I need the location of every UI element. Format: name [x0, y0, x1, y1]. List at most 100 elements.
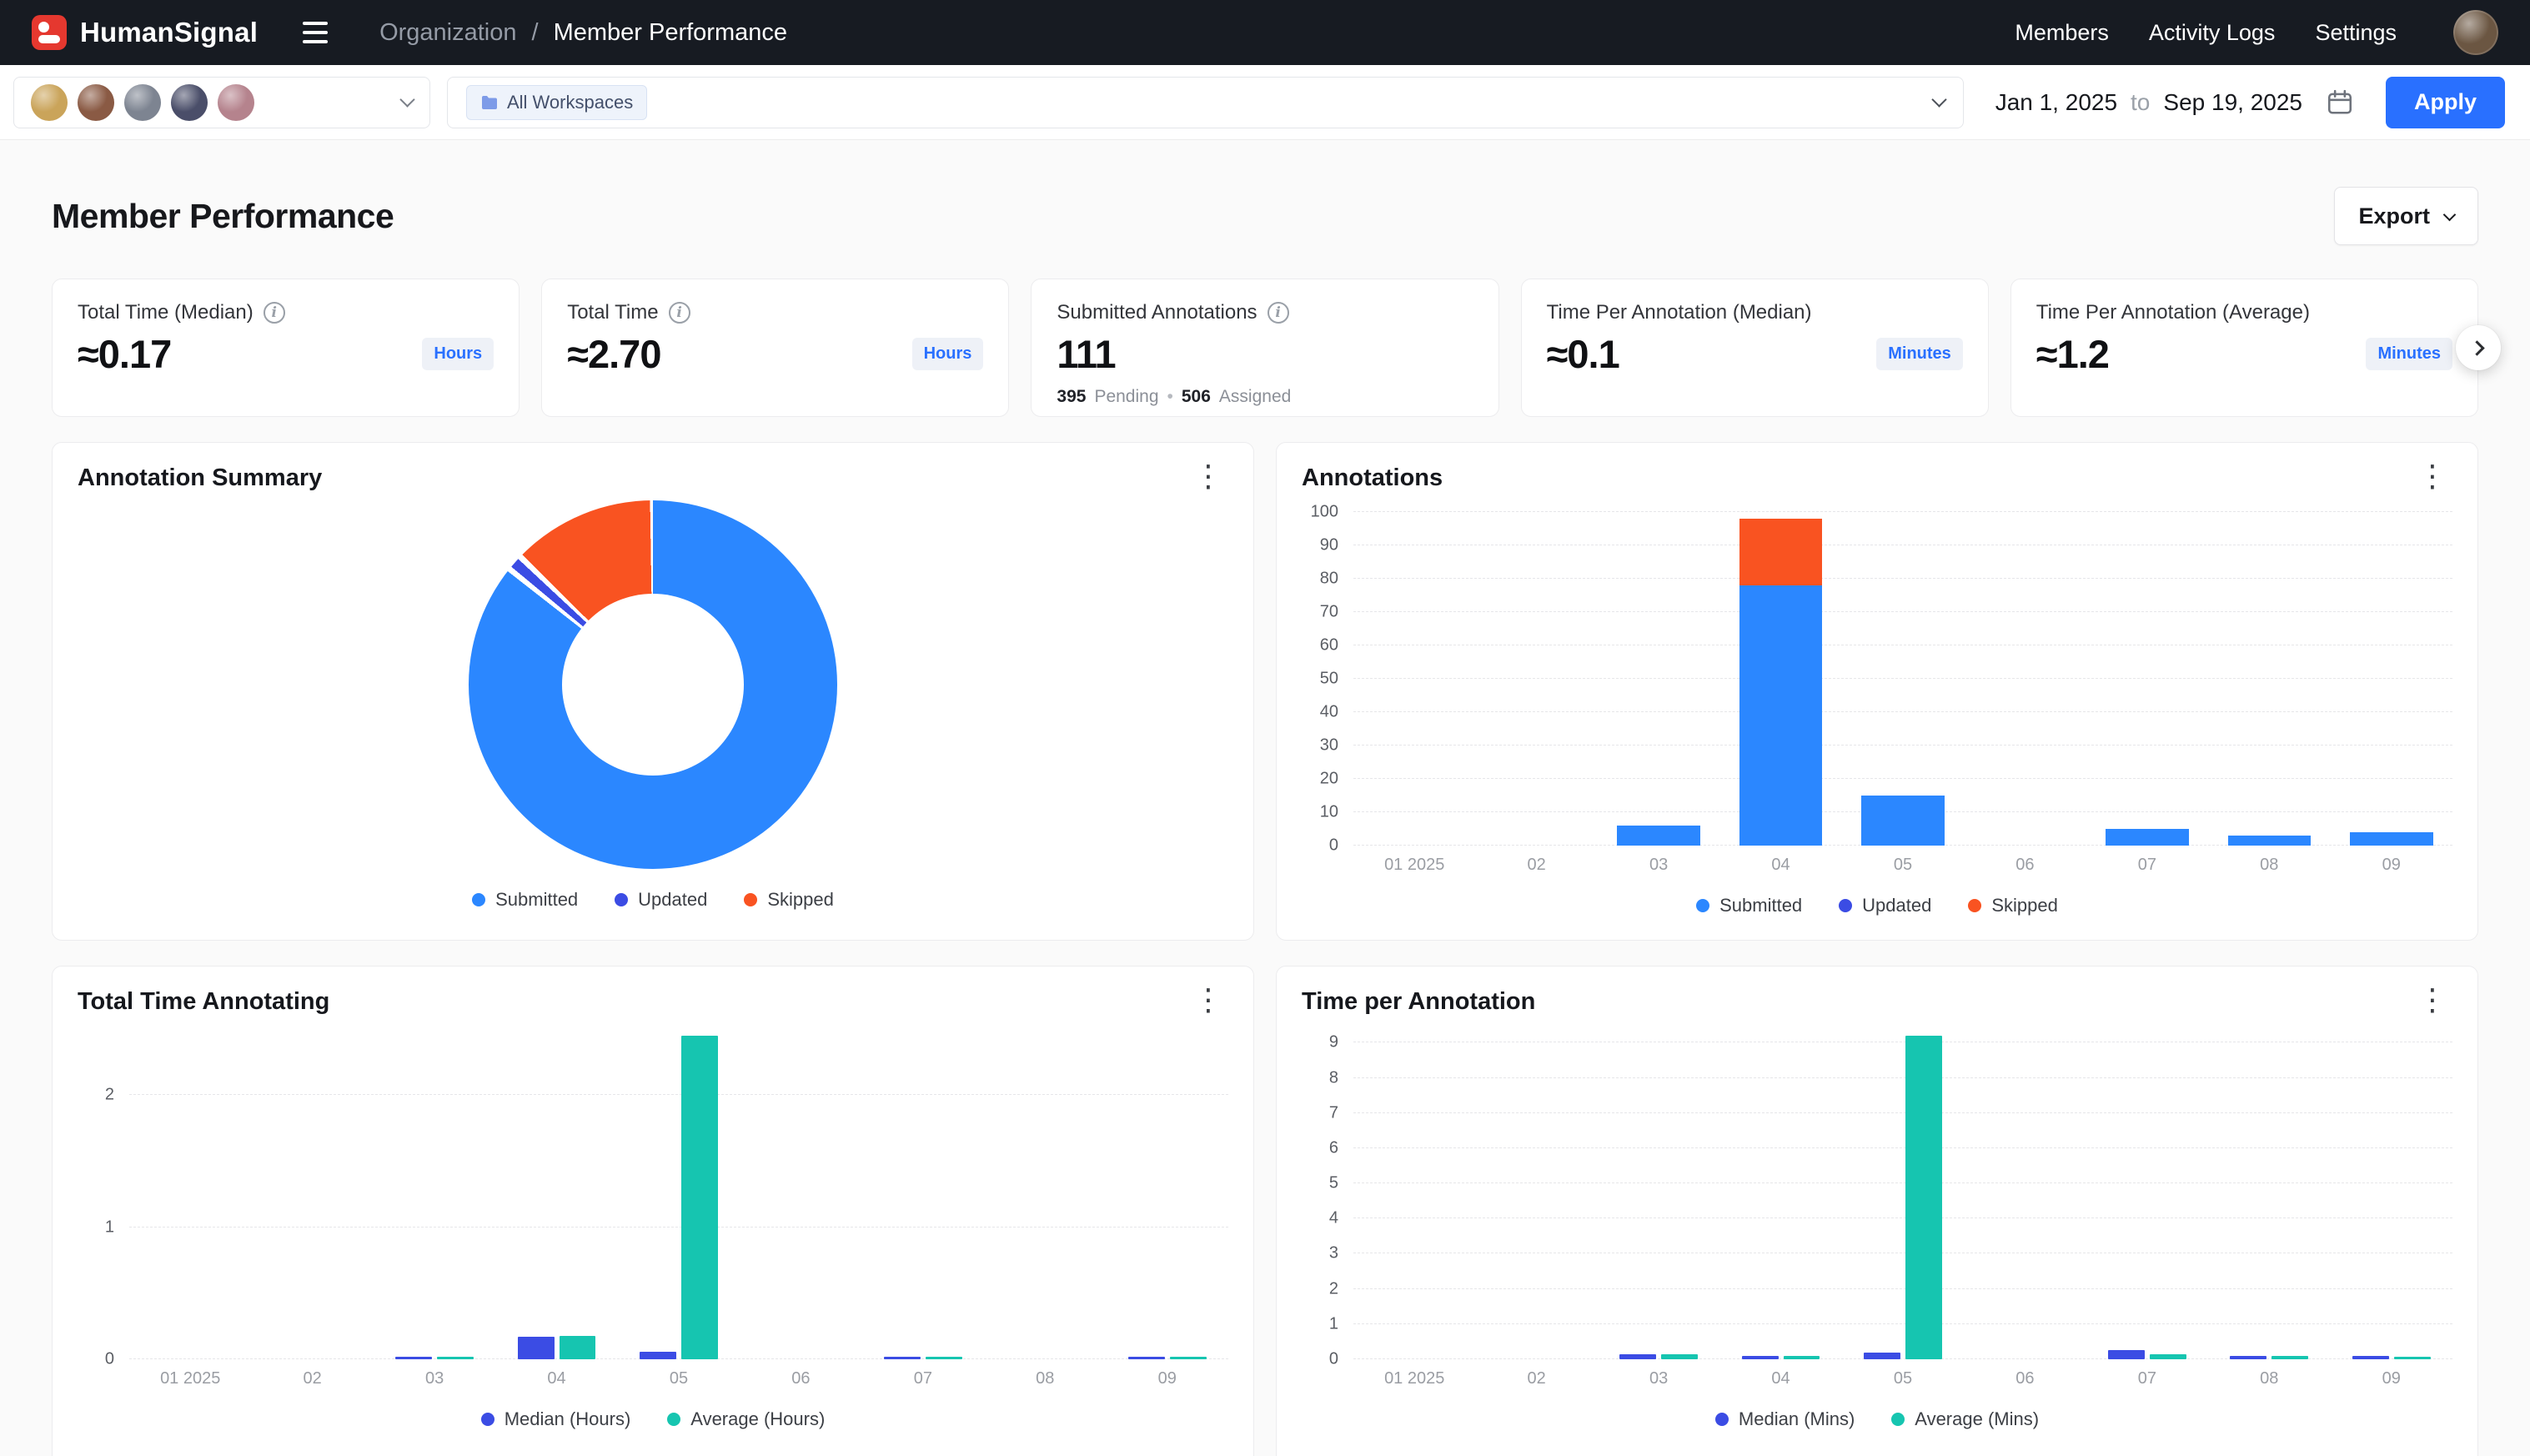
annotation-summary-card: Annotation Summary ⋮ Submitted Updated Ski… — [52, 442, 1254, 941]
brand[interactable]: HumanSignal — [32, 15, 258, 50]
legend-item[interactable]: Median (Hours) — [481, 1408, 631, 1430]
legend-dot — [481, 1413, 494, 1426]
donut-chart-wrap — [78, 500, 1228, 869]
chart-title: Total Time Annotating — [78, 988, 329, 1016]
breadcrumb-organization[interactable]: Organization — [379, 19, 516, 47]
stat-label: Submitted Annotations — [1057, 301, 1257, 324]
stat-label: Total Time — [567, 301, 658, 324]
nav-link-activity-logs[interactable]: Activity Logs — [2149, 20, 2276, 46]
dot-separator-icon: • — [1167, 387, 1173, 407]
member-filter-select[interactable] — [13, 77, 430, 128]
legend-dot — [1839, 899, 1852, 912]
page-title: Member Performance — [52, 197, 394, 236]
breadcrumb: Organization / Member Performance — [379, 19, 787, 47]
member-avatar — [31, 84, 68, 121]
kebab-menu-icon[interactable]: ⋮ — [2412, 464, 2452, 489]
legend-item[interactable]: Average (Mins) — [1891, 1408, 2039, 1430]
time-per-annotation-bar-chart: 0123456789 01 20250203040506070809 — [1302, 1036, 2452, 1388]
filter-bar: All Workspaces Jan 1, 2025 to Sep 19, 20… — [0, 65, 2530, 140]
legend-item[interactable]: Skipped — [1968, 895, 2058, 916]
legend-item[interactable]: Submitted — [1696, 895, 1802, 916]
member-avatar — [171, 84, 208, 121]
legend-label: Skipped — [1991, 895, 2058, 916]
legend-dot — [615, 893, 628, 906]
legend-item[interactable]: Skipped — [744, 889, 834, 911]
legend-dot — [667, 1413, 680, 1426]
annotations-bar-chart: 0102030405060708090100 01 20250203040506… — [1302, 512, 2452, 875]
legend-item[interactable]: Submitted — [472, 889, 578, 911]
stat-value: ≈2.70 — [567, 331, 660, 377]
stat-unit-badge: Minutes — [1876, 338, 1963, 370]
kebab-menu-icon[interactable]: ⋮ — [2412, 988, 2452, 1012]
carousel-next-button[interactable] — [2456, 325, 2501, 370]
apply-button[interactable]: Apply — [2386, 77, 2505, 128]
y-axis: 0102030405060708090100 — [1302, 512, 1353, 846]
legend-item[interactable]: Average (Hours) — [667, 1408, 825, 1430]
info-icon[interactable]: i — [669, 302, 690, 324]
main-content: Member Performance Export Total Time (Me… — [0, 187, 2530, 1456]
legend-item[interactable]: Median (Mins) — [1715, 1408, 1855, 1430]
total-time-bar-chart: 012 01 20250203040506070809 — [78, 1036, 1228, 1388]
date-from: Jan 1, 2025 — [1995, 89, 2117, 116]
info-icon[interactable]: i — [1268, 302, 1289, 324]
member-avatar — [124, 84, 161, 121]
stat-label: Total Time (Median) — [78, 301, 254, 324]
stat-card-total-time: Total Time i ≈2.70 Hours — [541, 279, 1009, 417]
brand-name: HumanSignal — [80, 17, 258, 48]
x-axis: 01 20250203040506070809 — [1353, 856, 2452, 875]
kebab-menu-icon[interactable]: ⋮ — [1188, 988, 1228, 1012]
plot-area — [1353, 1036, 2452, 1359]
breadcrumb-separator: / — [532, 19, 539, 47]
legend-item[interactable]: Updated — [615, 889, 707, 911]
legend-label: Submitted — [1719, 895, 1802, 916]
legend-item[interactable]: Updated — [1839, 895, 1931, 916]
kebab-menu-icon[interactable]: ⋮ — [1188, 464, 1228, 489]
info-icon[interactable]: i — [264, 302, 285, 324]
stat-value: ≈1.2 — [2036, 331, 2109, 377]
menu-icon[interactable] — [296, 15, 334, 50]
stat-unit-badge: Hours — [422, 338, 494, 370]
legend-label: Median (Mins) — [1739, 1408, 1855, 1430]
workspace-tag-label: All Workspaces — [507, 92, 633, 113]
legend-label: Median (Hours) — [504, 1408, 631, 1430]
chart-title: Annotation Summary — [78, 464, 322, 492]
calendar-icon — [2326, 88, 2354, 117]
breadcrumb-current: Member Performance — [554, 19, 787, 47]
stat-value: 111 — [1057, 331, 1115, 377]
chevron-right-icon — [2469, 340, 2484, 355]
chart-legend: Median (Hours) Average (Hours) — [78, 1408, 1228, 1430]
stats-row: Total Time (Median) i ≈0.17 Hours Total … — [52, 279, 2478, 417]
date-range-picker[interactable]: Jan 1, 2025 to Sep 19, 2025 — [1980, 88, 2369, 117]
stat-label: Time Per Annotation (Median) — [1547, 301, 1812, 324]
legend-label: Submitted — [495, 889, 578, 911]
nav-link-settings[interactable]: Settings — [2315, 20, 2397, 46]
plot-area — [129, 1036, 1228, 1359]
export-button[interactable]: Export — [2334, 187, 2478, 245]
legend-dot — [744, 893, 757, 906]
time-per-annotation-card: Time per Annotation ⋮ 0123456789 01 2025… — [1276, 966, 2478, 1456]
stat-label: Time Per Annotation (Average) — [2036, 301, 2310, 324]
chart-legend: Submitted Updated Skipped — [1302, 895, 2452, 916]
stat-card-time-per-annotation-median: Time Per Annotation (Median) ≈0.1 Minute… — [1521, 279, 1989, 417]
stat-unit-badge: Hours — [912, 338, 984, 370]
legend-dot — [472, 893, 485, 906]
workspace-filter-select[interactable]: All Workspaces — [447, 77, 1964, 128]
stat-unit-badge: Minutes — [2366, 338, 2452, 370]
member-avatars — [31, 84, 254, 121]
user-avatar[interactable] — [2453, 10, 2498, 55]
annotation-summary-donut-chart — [469, 500, 837, 869]
total-time-annotating-card: Total Time Annotating ⋮ 012 01 202502030… — [52, 966, 1254, 1456]
workspace-tag[interactable]: All Workspaces — [466, 85, 647, 120]
stat-substats: 395 Pending • 506 Assigned — [1057, 387, 1473, 407]
nav-link-members[interactable]: Members — [2015, 20, 2109, 46]
legend-label: Average (Hours) — [690, 1408, 825, 1430]
legend-dot — [1696, 899, 1709, 912]
date-to: Sep 19, 2025 — [2163, 89, 2302, 116]
chart-legend: Median (Mins) Average (Mins) — [1302, 1408, 2452, 1430]
chart-legend: Submitted Updated Skipped — [78, 889, 1228, 911]
stat-card-submitted-annotations: Submitted Annotations i 111 395 Pending … — [1031, 279, 1498, 417]
member-avatar — [218, 84, 254, 121]
plot-area — [1353, 512, 2452, 846]
legend-dot — [1968, 899, 1981, 912]
folder-icon — [480, 95, 499, 110]
